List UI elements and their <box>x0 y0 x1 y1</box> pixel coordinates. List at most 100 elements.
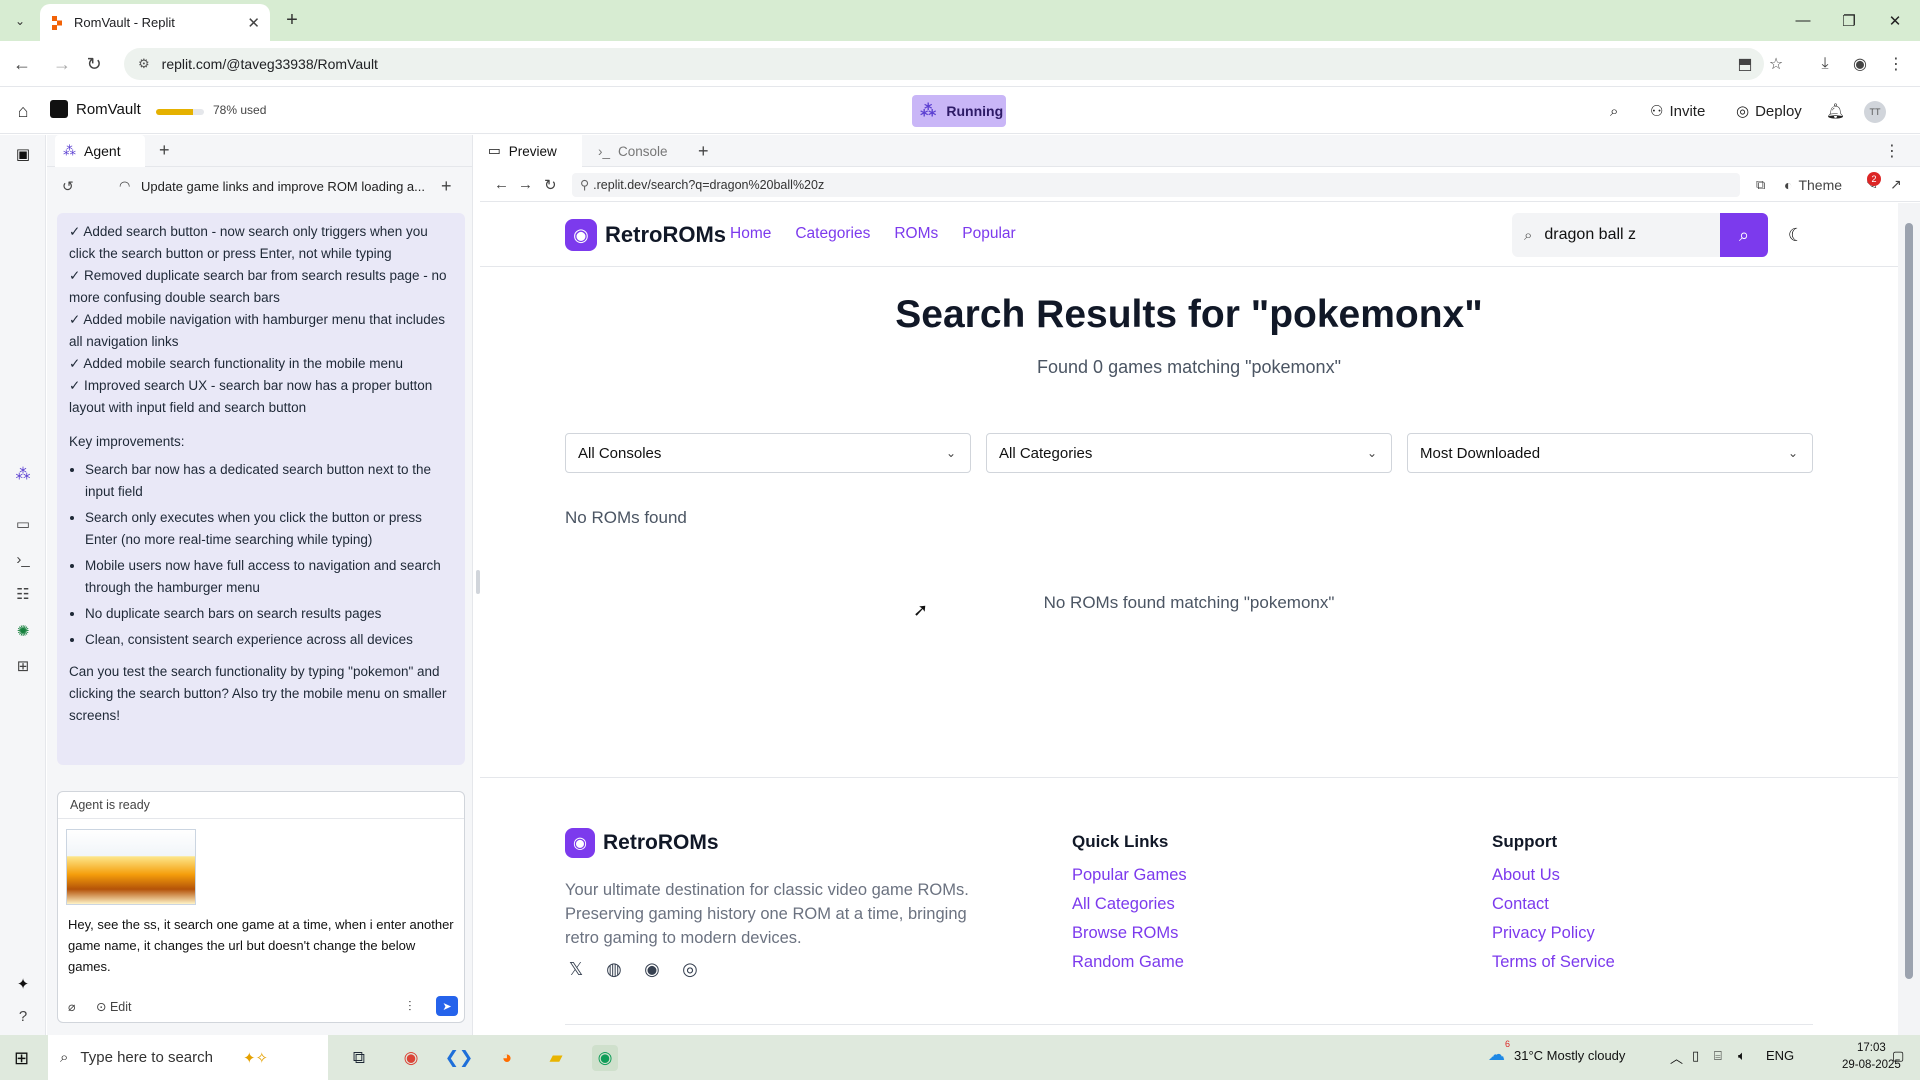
help-icon[interactable]: ? <box>12 1005 34 1027</box>
scrollbar-thumb[interactable] <box>1905 223 1913 979</box>
home-icon[interactable]: ⌂ <box>12 100 34 122</box>
chrome-icon[interactable]: ◉ <box>398 1045 424 1071</box>
category-filter-select[interactable]: All Categories ⌄ <box>986 433 1392 473</box>
twitter-icon[interactable]: 𝕏 <box>565 958 587 980</box>
avatar[interactable]: TT <box>1864 101 1886 123</box>
edit-button[interactable]: ⊙ Edit <box>96 999 132 1014</box>
tab-close-icon[interactable]: ✕ <box>247 14 260 32</box>
back-icon[interactable]: ← <box>10 52 34 76</box>
console-rail-icon[interactable]: ›_ <box>12 548 34 570</box>
reddit-icon[interactable]: ◉ <box>641 958 663 980</box>
notifications-bell-icon[interactable]: 🔔︎ <box>1826 96 1845 126</box>
files-icon[interactable]: ▣ <box>12 143 34 165</box>
deploy-button[interactable]: ◎ Deploy <box>1736 96 1802 126</box>
tray-chevron-icon[interactable]: ︿ <box>1670 1048 1683 1067</box>
tab-console[interactable]: ›_ Console <box>590 135 668 167</box>
install-app-icon[interactable]: ⬒ <box>1734 53 1756 75</box>
footer-link[interactable]: Terms of Service <box>1492 953 1615 972</box>
history-icon[interactable]: ↺ <box>62 178 74 195</box>
forward-icon[interactable]: → <box>50 52 74 76</box>
footer-link[interactable]: All Categories <box>1072 895 1187 914</box>
invite-button[interactable]: ⚇ Invite <box>1650 96 1705 126</box>
database-icon[interactable]: ☷ <box>12 583 34 605</box>
add-preview-tab-icon[interactable]: + <box>690 135 709 167</box>
footer-link[interactable]: Popular Games <box>1072 866 1187 885</box>
footer-link[interactable]: Random Game <box>1072 953 1187 972</box>
agent-rail-icon[interactable]: ⁂ <box>12 463 34 485</box>
search-button[interactable]: ⌕ <box>1720 213 1768 257</box>
tab-search-dropdown-icon[interactable]: ⌄ <box>8 9 32 33</box>
tab-preview[interactable]: ▭ Preview <box>480 135 582 167</box>
address-bar[interactable]: ⚙ replit.com/@taveg33938/RomVault <box>124 48 1764 80</box>
github-icon[interactable]: ◎ <box>679 958 701 980</box>
project-switcher[interactable]: RomVault <box>50 100 141 118</box>
theme-button[interactable]: ◐ Theme <box>1784 177 1842 193</box>
footer-link[interactable]: Contact <box>1492 895 1615 914</box>
all-tools-icon[interactable]: ⊞ <box>12 655 34 677</box>
integrations-icon[interactable]: ✺ <box>12 620 34 642</box>
vscode-icon[interactable]: ❮❯ <box>445 1045 474 1071</box>
site-logo[interactable]: ◉ RetroROMs <box>565 219 726 251</box>
discord-icon[interactable]: ◍ <box>603 958 625 980</box>
language-indicator[interactable]: ENG <box>1766 1048 1794 1063</box>
volume-icon[interactable]: 🔈︎ <box>1738 1048 1746 1064</box>
minimize-icon[interactable]: — <box>1780 0 1826 41</box>
preview-address-bar[interactable]: ⚲ .replit.dev/search?q=dragon%20ball%20z <box>572 172 1740 197</box>
footer-link[interactable]: About Us <box>1492 866 1615 885</box>
preview-scrollbar[interactable] <box>1898 203 1920 1035</box>
close-window-icon[interactable]: ✕ <box>1872 0 1918 41</box>
open-new-tab-icon[interactable]: ↗ <box>1890 176 1902 193</box>
network-icon[interactable]: ⌸ <box>1714 1048 1722 1064</box>
windows-start-icon[interactable]: ⊞ <box>14 1048 29 1069</box>
taskbar-search[interactable]: ⌕ Type here to search ✦✧ <box>48 1035 328 1080</box>
agent-input-box[interactable]: Agent is ready Hey, see the ss, it searc… <box>57 791 465 1023</box>
footer-link[interactable]: Browse ROMs <box>1072 924 1187 943</box>
agent-input-text[interactable]: Hey, see the ss, it search one game at a… <box>68 914 458 977</box>
restore-icon[interactable]: ❐ <box>1826 0 1872 41</box>
preview-forward-icon[interactable]: → <box>518 176 533 193</box>
usage-bar[interactable] <box>156 109 204 115</box>
new-tab-icon[interactable]: + <box>280 9 304 32</box>
notifications-center-icon[interactable]: ▢ <box>1892 1048 1904 1064</box>
firefox-icon[interactable]: ◕ <box>494 1045 520 1071</box>
browser-tab-active[interactable]: RomVault - Replit ✕ <box>40 4 270 41</box>
preview-reload-icon[interactable]: ↻ <box>544 176 557 194</box>
settings-sliders-icon[interactable]: ⫶ <box>408 998 412 1015</box>
footer-logo[interactable]: ◉ RetroROMs <box>565 828 719 858</box>
add-tab-icon[interactable]: + <box>159 140 170 161</box>
downloads-icon[interactable]: ⤓ <box>1814 53 1836 75</box>
preview-rail-icon[interactable]: ▭ <box>12 513 34 535</box>
search-icon[interactable]: ⌕ <box>1610 96 1618 126</box>
nav-home[interactable]: Home <box>730 225 771 243</box>
footer-link[interactable]: Privacy Policy <box>1492 924 1615 943</box>
attached-screenshot-thumbnail[interactable] <box>66 829 196 905</box>
nav-categories[interactable]: Categories <box>795 225 870 243</box>
task-view-icon[interactable]: ⧉ <box>346 1045 372 1071</box>
bookmark-star-icon[interactable]: ☆ <box>1765 53 1787 75</box>
browser-menu-icon[interactable]: ⋮ <box>1885 53 1907 75</box>
profile-icon[interactable]: ◉ <box>1849 53 1871 75</box>
attach-icon[interactable]: ⌀ <box>68 999 76 1014</box>
nav-popular[interactable]: Popular <box>962 225 1015 243</box>
sort-select[interactable]: Most Downloaded ⌄ <box>1407 433 1813 473</box>
devices-icon[interactable]: ⧉ <box>1756 177 1765 193</box>
site-info-icon[interactable]: ⚙ <box>138 56 150 72</box>
dark-mode-moon-icon[interactable]: ☾ <box>1784 223 1808 247</box>
tray-device-icon[interactable]: ▯ <box>1692 1048 1699 1064</box>
chrome-active-icon[interactable]: ◉ <box>592 1045 618 1071</box>
preview-back-icon[interactable]: ← <box>494 176 509 193</box>
run-status-button[interactable]: ⁂ Running <box>912 95 1006 127</box>
weather-text[interactable]: 31°C Mostly cloudy <box>1514 1048 1625 1063</box>
search-input[interactable] <box>1544 226 1695 244</box>
weather-icon[interactable]: ☁ <box>1488 1045 1505 1065</box>
console-filter-select[interactable]: All Consoles ⌄ <box>565 433 971 473</box>
reload-icon[interactable]: ↻ <box>82 52 106 76</box>
preview-menu-icon[interactable]: ⋮ <box>1884 141 1900 161</box>
send-icon[interactable]: ➤ <box>436 996 458 1016</box>
tab-agent[interactable]: ⁂ Agent <box>55 134 145 167</box>
thread-title[interactable]: Update game links and improve ROM loadin… <box>141 179 425 194</box>
new-thread-icon[interactable]: + <box>441 176 452 197</box>
nav-roms[interactable]: ROMs <box>894 225 938 243</box>
file-explorer-icon[interactable]: ▰ <box>543 1045 569 1071</box>
sparkle-icon[interactable]: ✦ <box>12 973 34 995</box>
